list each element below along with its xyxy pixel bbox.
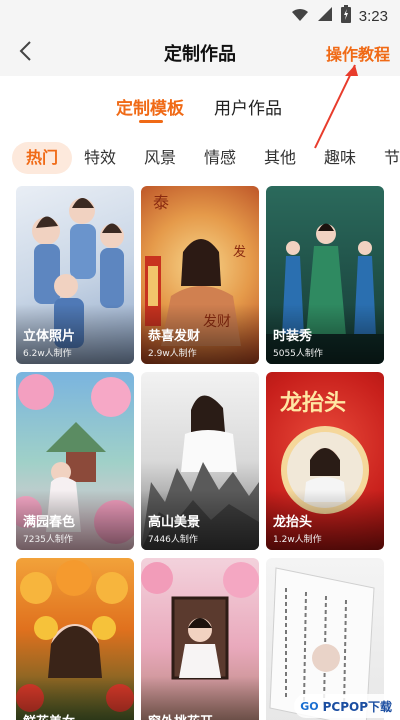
template-card[interactable]: 泰 发 发财 恭喜发财 2.9w人制作 — [141, 186, 259, 364]
category-festival[interactable]: 节 — [384, 142, 400, 174]
tab-user-works[interactable]: 用户作品 — [214, 94, 282, 119]
template-title: 鲜花美女 — [23, 711, 75, 720]
battery-icon — [340, 5, 351, 27]
category-fun[interactable]: 趣味 — [324, 142, 356, 174]
category-emotion[interactable]: 情感 — [204, 142, 236, 174]
template-count: 5055人制作 — [273, 349, 323, 359]
svg-text:发: 发 — [233, 244, 246, 260]
template-card[interactable]: 龙抬头 龙抬头 1.2w人制作 — [266, 372, 384, 550]
category-hot[interactable]: 热门 — [12, 142, 73, 174]
template-card[interactable]: 立体照片 6.2w人制作 — [16, 186, 134, 364]
main-tabs: 定制模板 用户作品 — [0, 90, 400, 130]
watermark-logo: GO — [300, 699, 319, 713]
template-count: 1.2w人制作 — [273, 535, 322, 545]
template-card[interactable]: 高山美景 7446人制作 — [141, 372, 259, 550]
wifi-icon — [291, 7, 309, 26]
tab-active-indicator — [139, 120, 163, 123]
tutorial-link[interactable]: 操作教程 — [326, 41, 390, 65]
signal-icon — [317, 6, 333, 26]
category-scenery[interactable]: 风景 — [144, 142, 176, 174]
template-title: 高山美景 — [148, 515, 201, 530]
template-card[interactable]: 满园春色 7235人制作 — [16, 372, 134, 550]
template-card[interactable]: 时装秀 5055人制作 — [266, 186, 384, 364]
template-count: 7235人制作 — [23, 535, 73, 545]
template-count: 7446人制作 — [148, 535, 198, 545]
svg-text:泰: 泰 — [153, 193, 169, 212]
tab-custom-templates[interactable]: 定制模板 — [116, 94, 184, 119]
template-title: 窗外桃花开 — [148, 711, 213, 720]
status-bar: 3:23 — [0, 0, 400, 30]
category-bar: 热门 特效 风景 情感 其他 趣味 节 — [0, 142, 400, 174]
watermark-text: PCPOP下载 — [322, 699, 392, 714]
nav-bar: 定制作品 操作教程 — [0, 30, 400, 76]
status-time: 3:23 — [358, 7, 388, 25]
template-title: 满园春色 — [23, 515, 76, 530]
template-title: 龙抬头 — [273, 515, 313, 530]
category-effects[interactable]: 特效 — [84, 142, 116, 174]
template-title: 时装秀 — [273, 329, 313, 344]
app-screen: 3:23 定制作品 操作教程 定制模板 用户作品 热门 特效 风景 情感 其他 … — [0, 0, 400, 720]
template-count: 2.9w人制作 — [148, 349, 197, 359]
template-title: 立体照片 — [23, 329, 76, 344]
template-count: 6.2w人制作 — [23, 349, 72, 359]
card-banner-text: 龙抬头 — [280, 390, 346, 416]
watermark: GO PCPOP下载 — [294, 694, 398, 718]
template-card[interactable]: 鲜花美女 — [16, 558, 134, 720]
template-title: 恭喜发财 — [148, 329, 201, 344]
category-other[interactable]: 其他 — [264, 142, 296, 174]
template-card[interactable]: 窗外桃花开 — [141, 558, 259, 720]
